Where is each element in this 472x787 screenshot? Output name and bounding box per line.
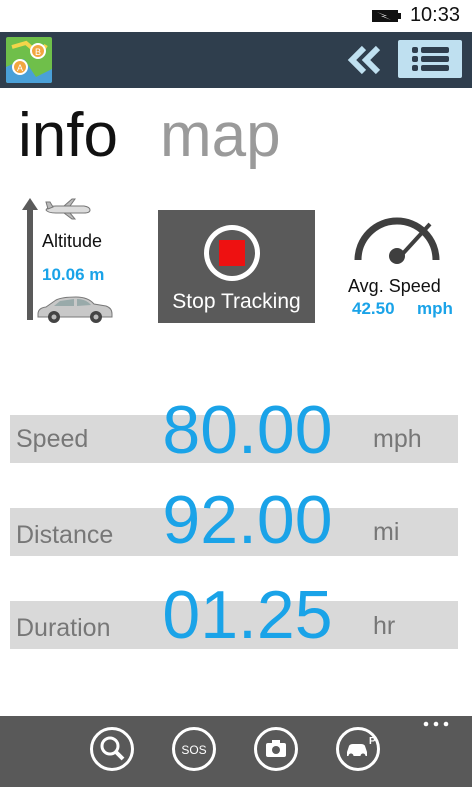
speed-label: Speed — [16, 425, 89, 453]
distance-unit: mi — [373, 518, 400, 546]
avg-speed-value: 42.50 — [352, 299, 395, 318]
pivot-tab-map[interactable]: map — [160, 96, 281, 176]
altitude-label: Altitude — [42, 231, 103, 251]
speed-value: 80.00 — [162, 392, 333, 468]
duration-unit: hr — [373, 612, 396, 640]
status-time: 10:33 — [409, 4, 460, 26]
svg-text:B: B — [35, 47, 41, 57]
stop-icon — [204, 225, 260, 281]
avg-speed-label: Avg. Speed — [348, 276, 441, 296]
double-chevron-left-icon — [347, 45, 381, 75]
parking-car-icon: P — [347, 736, 376, 759]
battery-charging-icon — [372, 10, 401, 22]
distance-value: 92.00 — [162, 482, 333, 558]
back-button[interactable] — [346, 42, 386, 78]
camera-icon — [266, 740, 286, 757]
svg-text:SOS: SOS — [181, 743, 206, 757]
camera-button[interactable] — [254, 727, 298, 771]
search-icon — [100, 736, 125, 761]
pivot-tab-info[interactable]: info — [18, 96, 118, 176]
duration-label: Duration — [16, 614, 111, 642]
speed-unit: mph — [373, 425, 422, 453]
parking-button[interactable]: P — [336, 727, 380, 771]
app-bar — [0, 716, 472, 787]
svg-text:A: A — [17, 63, 23, 73]
airplane-icon — [45, 198, 91, 220]
sos-button[interactable]: SOS — [172, 727, 216, 771]
list-menu-button[interactable] — [398, 40, 462, 78]
stop-tracking-label: Stop Tracking — [172, 290, 301, 313]
app-logo-icon: A B — [6, 37, 52, 83]
svg-text:P: P — [369, 736, 376, 747]
list-icon — [412, 47, 449, 71]
car-icon — [37, 296, 113, 323]
sos-icon: SOS — [181, 743, 206, 757]
altitude-value: 10.06 m — [42, 265, 105, 284]
duration-value: 01.25 — [162, 577, 333, 653]
more-options-icon[interactable] — [421, 718, 451, 730]
speedometer-icon — [354, 217, 440, 264]
avg-speed-unit: mph — [417, 299, 453, 318]
distance-label: Distance — [16, 521, 114, 549]
search-button[interactable] — [90, 727, 134, 771]
